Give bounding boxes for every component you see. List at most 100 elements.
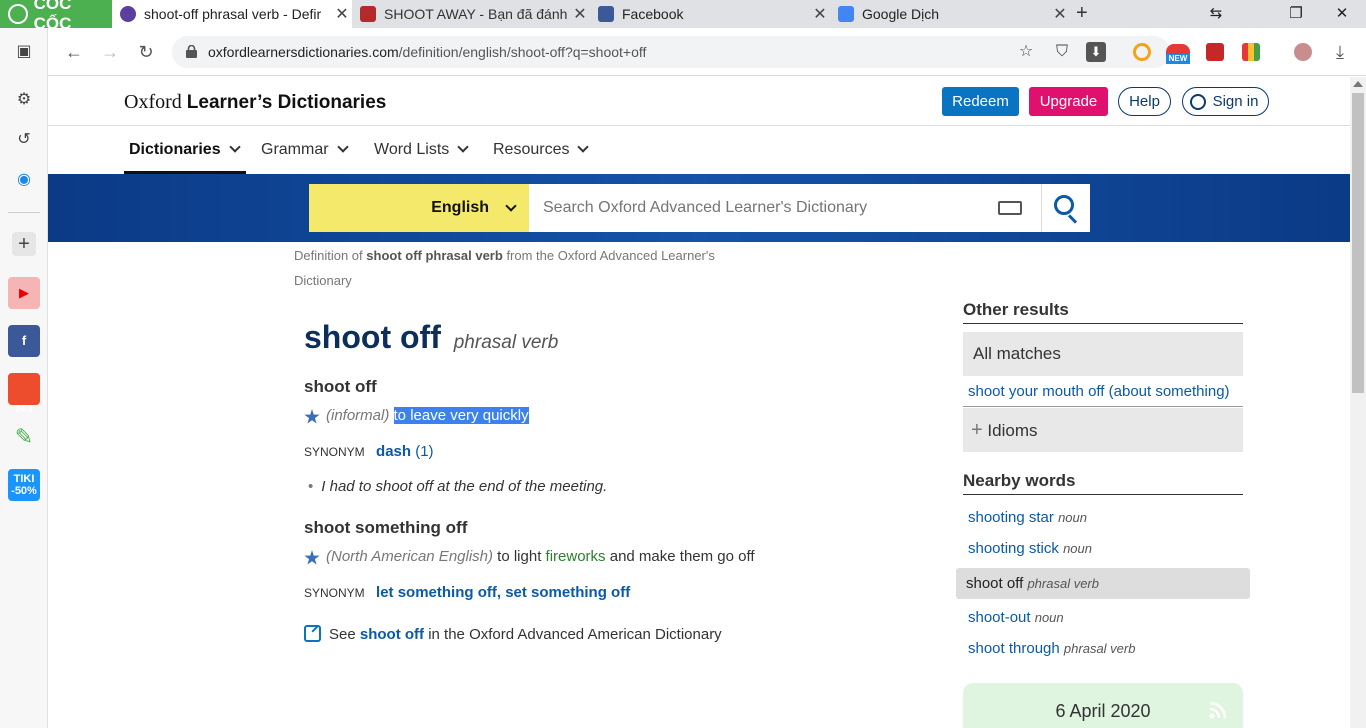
oxford-3000-star-icon[interactable]: [304, 550, 320, 565]
extension-red-icon[interactable]: [1206, 43, 1224, 61]
all-matches-toggle[interactable]: All matches: [963, 332, 1243, 376]
oxford-favicon-icon: [120, 6, 136, 22]
word-of-the-day-box[interactable]: 6 April 2020: [963, 683, 1243, 728]
tab-oxford[interactable]: shoot-off phrasal verb - Defir ✕: [112, 0, 352, 28]
plus-icon: +: [971, 419, 983, 441]
messenger-icon[interactable]: ◉: [12, 168, 36, 192]
youtube-app-icon[interactable]: ▶: [8, 277, 40, 309]
rss-icon[interactable]: [1209, 701, 1227, 719]
help-button[interactable]: Help: [1118, 87, 1171, 116]
tab-title: SHOOT AWAY - Bạn đã đánh và: [384, 6, 570, 22]
definition-source: Definition of shoot off phrasal verb fro…: [294, 248, 715, 288]
page-scrollbar[interactable]: [1350, 77, 1366, 728]
settings-icon[interactable]: ⚙: [12, 88, 36, 112]
tab-search-button[interactable]: ⇆: [1194, 0, 1238, 28]
extension-new-icon[interactable]: NEW: [1166, 40, 1190, 64]
search-button[interactable]: [1041, 184, 1090, 232]
divider: [963, 494, 1243, 495]
new-tab-button[interactable]: +: [1076, 2, 1088, 25]
page-content: Oxford Learner’s Dictionaries Redeem Upg…: [48, 77, 1350, 728]
coccoc-dictionary-icon[interactable]: ✎: [8, 421, 40, 453]
download-page-icon[interactable]: ⬇: [1086, 42, 1106, 62]
reload-button[interactable]: ↻: [134, 40, 158, 64]
chevron-down-icon: [505, 200, 517, 212]
downloads-icon[interactable]: ⤓: [1328, 40, 1352, 64]
cambridge-favicon-icon: [360, 6, 376, 22]
tab-title: Google Dịch: [862, 6, 940, 22]
redeem-button[interactable]: Redeem: [942, 87, 1019, 116]
see-term-link[interactable]: shoot off: [360, 626, 424, 643]
profile-avatar[interactable]: [1294, 43, 1312, 61]
nearby-word-link[interactable]: shoot-out noun: [968, 609, 1064, 626]
nearby-words-title: Nearby words: [963, 471, 1076, 490]
close-window-button[interactable]: ✕: [1320, 0, 1364, 28]
coccoc-logo-icon: [8, 4, 28, 24]
forward-button[interactable]: →: [98, 40, 122, 64]
restore-window-button[interactable]: ❐: [1274, 0, 1318, 28]
back-button[interactable]: ←: [62, 40, 86, 64]
header-divider: [48, 125, 1350, 126]
menu-grammar[interactable]: Grammar: [261, 141, 349, 159]
sidebar-toggle-icon[interactable]: ▣: [12, 40, 36, 64]
add-app-icon[interactable]: +: [12, 232, 36, 256]
divider: [963, 323, 1243, 324]
match-link[interactable]: shoot your mouth off (about something): [968, 383, 1230, 400]
tab-google-translate[interactable]: Google Dịch ✕: [830, 0, 1070, 28]
site-logo[interactable]: Oxford Learner’s Dictionaries: [124, 91, 386, 114]
tiki-app-icon[interactable]: TIKI -50%: [8, 469, 40, 501]
menu-resources[interactable]: Resources: [493, 141, 590, 159]
fireworks-link[interactable]: fireworks: [546, 548, 606, 565]
bookmark-star-icon[interactable]: ☆: [1016, 42, 1036, 62]
synonym-link[interactable]: let something off, set something off: [376, 584, 630, 601]
google-translate-favicon-icon: [838, 6, 854, 22]
synonym-link[interactable]: dash (1): [376, 443, 434, 460]
close-tab-icon[interactable]: ✕: [332, 4, 352, 24]
nearby-word-link[interactable]: shooting stick noun: [968, 540, 1092, 557]
sense-definition: (North American English) to light firewo…: [326, 548, 755, 565]
close-tab-icon[interactable]: ✕: [810, 4, 830, 24]
divider: [963, 406, 1243, 407]
synonym-line: SYNONYM let something off, set something…: [304, 584, 631, 601]
tab-title: Facebook: [622, 6, 684, 22]
extension-colorful-icon[interactable]: [1242, 43, 1260, 61]
facebook-app-icon[interactable]: f: [8, 325, 40, 357]
oxford-3000-star-icon[interactable]: [304, 409, 320, 424]
history-icon[interactable]: ↺: [12, 128, 36, 152]
lock-icon: [186, 45, 197, 58]
nearby-word-link[interactable]: shooting star noun: [968, 509, 1087, 526]
tab-facebook[interactable]: Facebook ✕: [590, 0, 830, 28]
facebook-favicon-icon: [598, 6, 614, 22]
tab-shoot-away[interactable]: SHOOT AWAY - Bạn đã đánh và ✕: [352, 0, 590, 28]
new-badge: NEW: [1166, 54, 1190, 64]
scroll-thumb[interactable]: [1352, 93, 1364, 393]
tab-strip: CỐC CỐC shoot-off phrasal verb - Defir ✕…: [0, 0, 1366, 33]
idioms-toggle[interactable]: + Idioms: [963, 408, 1243, 452]
url-text: oxfordlearnersdictionaries.com/definitio…: [208, 44, 647, 60]
sense-definition: (informal) to leave very quickly: [326, 407, 529, 424]
user-icon: [1190, 94, 1206, 110]
shopee-app-icon[interactable]: 24.4: [8, 373, 40, 414]
sign-in-label: Sign in: [1212, 93, 1259, 110]
language-select[interactable]: English: [309, 184, 529, 232]
other-results-title: Other results: [963, 300, 1069, 319]
search-input[interactable]: [529, 184, 1041, 232]
close-tab-icon[interactable]: ✕: [570, 4, 590, 24]
word-of-the-day-date: 6 April 2020: [1055, 701, 1151, 721]
upgrade-button[interactable]: Upgrade: [1029, 87, 1108, 116]
external-link-icon: [304, 625, 321, 642]
shield-icon[interactable]: ⛉: [1052, 42, 1072, 62]
sign-in-button[interactable]: Sign in: [1182, 87, 1269, 116]
address-bar[interactable]: oxfordlearnersdictionaries.com/definitio…: [172, 36, 1170, 68]
extension-coccoc-icon[interactable]: [1133, 43, 1151, 61]
close-tab-icon[interactable]: ✕: [1050, 4, 1070, 24]
coccoc-menu-button[interactable]: CỐC CỐC: [0, 0, 112, 33]
nearby-word-link[interactable]: shoot through phrasal verb: [968, 640, 1135, 657]
sense-heading: shoot off: [304, 377, 377, 396]
keyboard-icon[interactable]: [998, 201, 1022, 215]
scroll-up-icon[interactable]: [1353, 81, 1363, 87]
menu-dictionaries[interactable]: Dictionaries: [129, 141, 241, 159]
chevron-down-icon: [228, 141, 241, 153]
sense-heading: shoot something off: [304, 518, 468, 537]
menu-word-lists[interactable]: Word Lists: [374, 141, 469, 159]
chevron-down-icon: [457, 141, 469, 153]
